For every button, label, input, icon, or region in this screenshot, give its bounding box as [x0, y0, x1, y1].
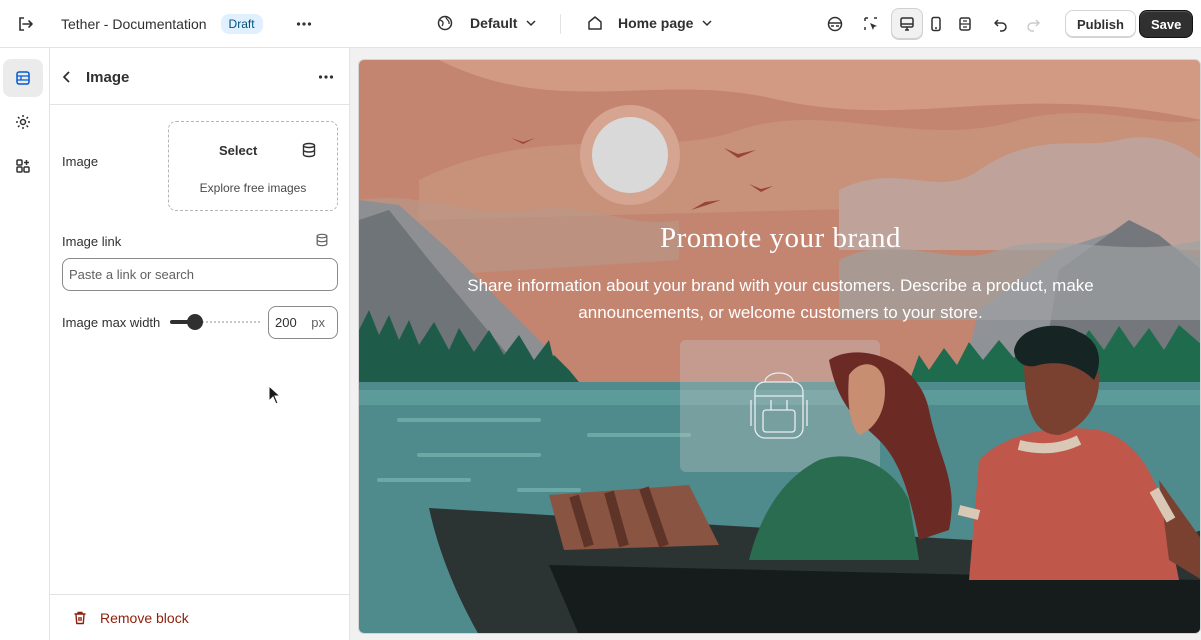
trash-icon: [74, 611, 86, 624]
apps-icon[interactable]: [3, 147, 43, 185]
publish-button[interactable]: Publish: [1065, 10, 1136, 38]
explore-free-images-link[interactable]: Explore free images: [169, 181, 337, 195]
inspector-icon[interactable]: [819, 8, 851, 40]
select-cursor-icon[interactable]: [855, 8, 887, 40]
settings-gear-icon[interactable]: [3, 103, 43, 141]
settings-panel: Image Image Select Explore free images I…: [50, 48, 350, 640]
theme-select-label: Default: [470, 15, 518, 31]
more-actions-icon[interactable]: [288, 8, 320, 40]
back-arrow-icon[interactable]: [51, 61, 83, 93]
database-icon[interactable]: [301, 142, 317, 158]
fullscreen-icon[interactable]: [949, 8, 981, 40]
image-link-label: Image link: [62, 234, 122, 249]
image-max-width-label: Image max width: [62, 315, 161, 330]
chevron-down-icon: [526, 20, 536, 27]
panel-header: Image: [50, 48, 350, 105]
mobile-view-icon[interactable]: [920, 8, 952, 40]
save-button[interactable]: Save: [1139, 10, 1194, 38]
store-title: Tether - Documentation: [61, 16, 207, 32]
redo-icon[interactable]: [1017, 8, 1049, 40]
storefront-preview[interactable]: Promote your brand Share information abo…: [358, 59, 1201, 634]
divider: [560, 14, 561, 34]
select-image-button[interactable]: Select: [219, 143, 257, 158]
exit-icon[interactable]: [9, 8, 41, 40]
left-rail: [0, 48, 50, 640]
database-icon[interactable]: [315, 233, 329, 247]
chevron-down-icon: [702, 20, 712, 27]
hero-text[interactable]: Share information about your brand with …: [419, 272, 1142, 326]
status-badge: Draft: [220, 14, 263, 34]
image-picker[interactable]: Select Explore free images: [168, 121, 338, 211]
top-bar: Tether - Documentation Draft Default Hom…: [0, 0, 1201, 48]
hero-illustration: [359, 60, 1200, 633]
sections-icon[interactable]: [3, 59, 43, 97]
max-width-slider-thumb[interactable]: [187, 314, 203, 330]
max-width-unit: px: [311, 315, 325, 330]
undo-icon[interactable]: [985, 8, 1017, 40]
panel-title: Image: [86, 69, 130, 86]
more-actions-icon[interactable]: [310, 61, 342, 93]
hero-heading[interactable]: Promote your brand: [359, 222, 1200, 255]
image-link-input[interactable]: Paste a link or search: [62, 258, 338, 291]
max-width-value: 200: [275, 315, 297, 330]
image-label: Image: [62, 154, 99, 169]
theme-select[interactable]: Default: [436, 14, 537, 32]
globe-icon: [437, 15, 453, 31]
mouse-cursor-icon: [268, 385, 282, 405]
desktop-view-icon[interactable]: [891, 8, 923, 40]
remove-block-button[interactable]: Remove block: [50, 594, 350, 640]
page-select-label: Home page: [618, 15, 694, 31]
page-select[interactable]: Home page: [586, 14, 713, 32]
max-width-input[interactable]: 200 px: [268, 306, 338, 339]
home-icon: [588, 16, 602, 30]
remove-block-label: Remove block: [100, 609, 189, 626]
